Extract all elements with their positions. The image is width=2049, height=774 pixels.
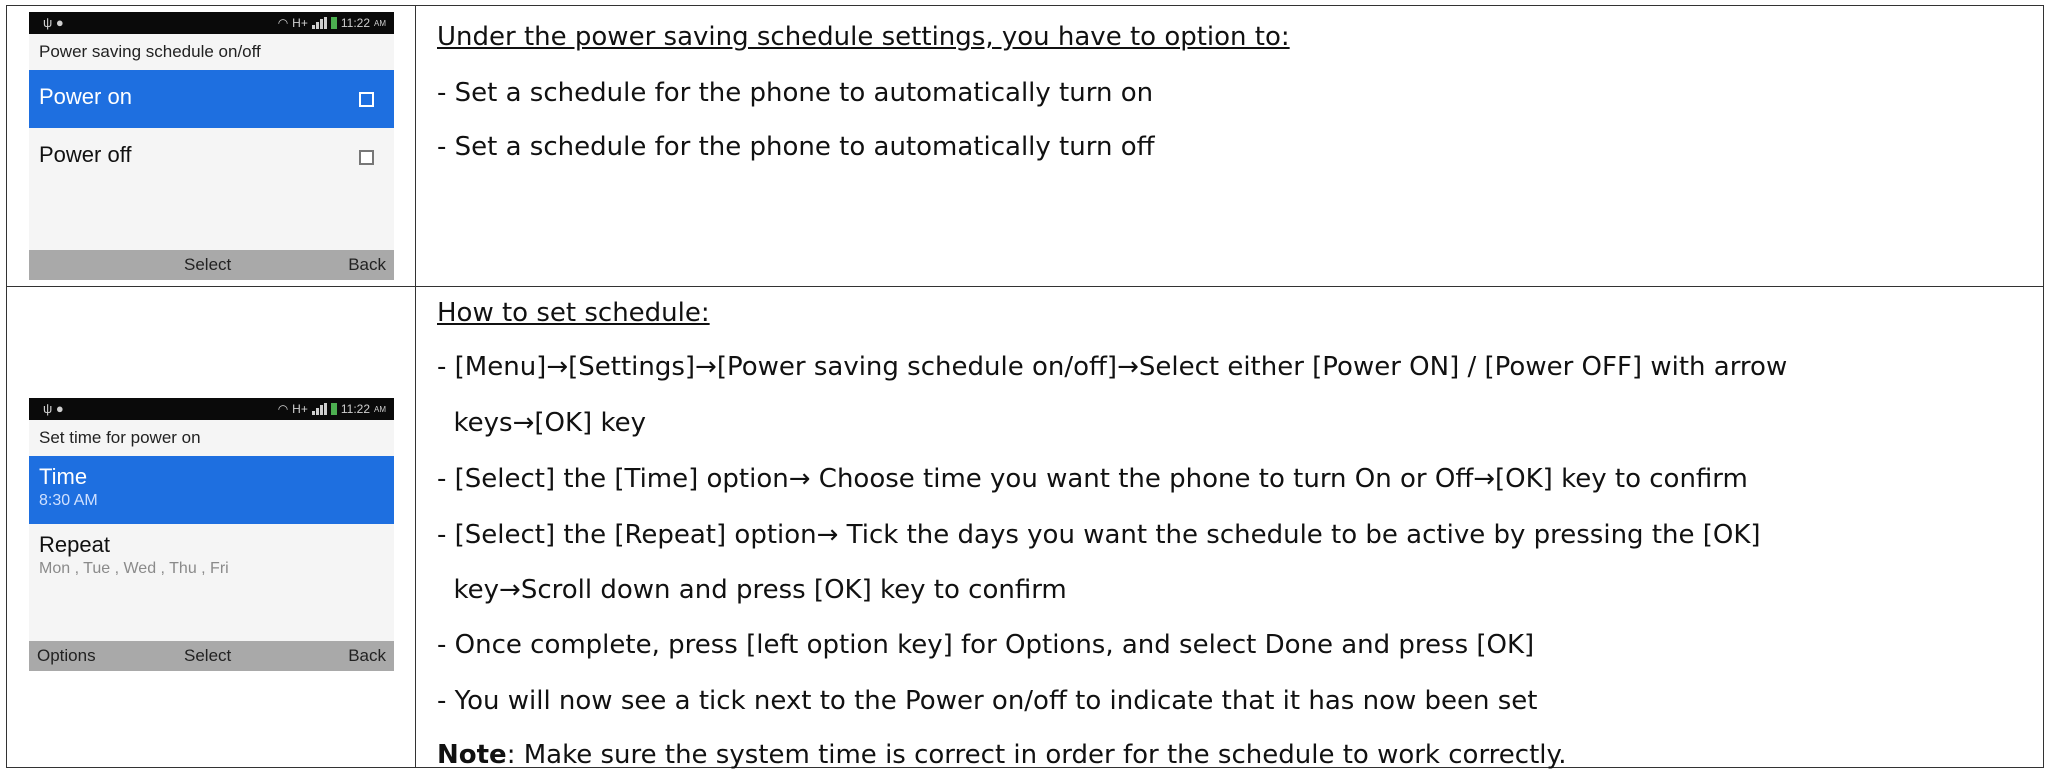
menu-item-time[interactable]: Time 8:30 AM <box>29 456 394 524</box>
section2-line: - [Select] the [Time] option→ Choose tim… <box>437 464 1748 494</box>
menu-item-value: 8:30 AM <box>39 492 98 509</box>
checkbox-icon[interactable] <box>359 92 374 107</box>
column-divider <box>415 6 416 767</box>
softkey-back[interactable]: Back <box>348 646 386 666</box>
section2-line: - You will now see a tick next to the Po… <box>437 686 1538 716</box>
status-time: 11:22 <box>340 16 370 30</box>
usb-android-icons: ψ ● <box>43 15 64 30</box>
row-divider <box>7 286 2043 287</box>
section2-heading: How to set schedule: <box>437 298 710 328</box>
instruction-table: ψ ● ◠ H+ 11:22 AM Power saving schedule o… <box>6 5 2044 770</box>
section2-line: - [Select] the [Repeat] option→ Tick the… <box>437 520 1761 550</box>
status-ampm: AM <box>374 404 386 414</box>
softkey-select[interactable]: Select <box>184 646 231 666</box>
section1-heading: Under the power saving schedule settings… <box>437 22 1290 52</box>
menu-item-label: Power on <box>39 84 132 109</box>
screen-title: Set time for power on <box>39 428 201 447</box>
note-label: Note <box>437 740 507 770</box>
network-type: H+ <box>292 16 308 30</box>
menu-item-repeat[interactable]: Repeat Mon , Tue , Wed , Thu , Fri <box>29 524 394 592</box>
softkey-select[interactable]: Select <box>184 255 231 275</box>
section1-line: - Set a schedule for the phone to automa… <box>437 132 1155 162</box>
section2-line: key→Scroll down and press [OK] key to co… <box>437 575 1067 605</box>
note-line: Note: Make sure the system time is corre… <box>437 740 1566 770</box>
menu-item-label: Time <box>39 464 88 489</box>
status-bar: ψ ● ◠ H+ 11:22 AM <box>29 398 394 420</box>
wifi-icon: ◠ <box>277 402 289 416</box>
battery-icon <box>330 403 337 415</box>
softkey-bar: Select Back <box>29 250 394 280</box>
screen-title: Power saving schedule on/off <box>39 42 261 61</box>
section2-line: - Once complete, press [left option key]… <box>437 630 1535 660</box>
menu-item-label: Repeat <box>39 532 110 557</box>
usb-android-icons: ψ ● <box>43 401 64 416</box>
battery-icon <box>330 17 337 29</box>
note-text: : Make sure the system time is correct i… <box>506 740 1567 770</box>
checkbox-icon[interactable] <box>359 150 374 165</box>
menu-item-power-off[interactable]: Power off <box>29 128 394 186</box>
menu-item-label: Power off <box>39 142 132 167</box>
status-ampm: AM <box>374 18 386 28</box>
menu-item-value: Mon , Tue , Wed , Thu , Fri <box>39 560 229 577</box>
phone-screen-power-schedule: ψ ● ◠ H+ 11:22 AM Power saving schedule o… <box>29 12 394 280</box>
section2-line: - [Menu]→[Settings]→[Power saving schedu… <box>437 352 1788 382</box>
wifi-icon: ◠ <box>277 16 289 30</box>
network-type: H+ <box>292 402 308 416</box>
softkey-bar: Options Select Back <box>29 641 394 671</box>
signal-icon <box>311 403 327 415</box>
phone-screen-set-time: ψ ● ◠ H+ 11:22 AM Set time for power on T… <box>29 398 394 671</box>
status-bar: ψ ● ◠ H+ 11:22 AM <box>29 12 394 34</box>
status-time: 11:22 <box>340 402 370 416</box>
menu-item-power-on[interactable]: Power on <box>29 70 394 128</box>
softkey-options[interactable]: Options <box>37 646 96 666</box>
signal-icon <box>311 17 327 29</box>
softkey-back[interactable]: Back <box>348 255 386 275</box>
section2-line: keys→[OK] key <box>437 408 646 438</box>
section1-line: - Set a schedule for the phone to automa… <box>437 78 1154 108</box>
